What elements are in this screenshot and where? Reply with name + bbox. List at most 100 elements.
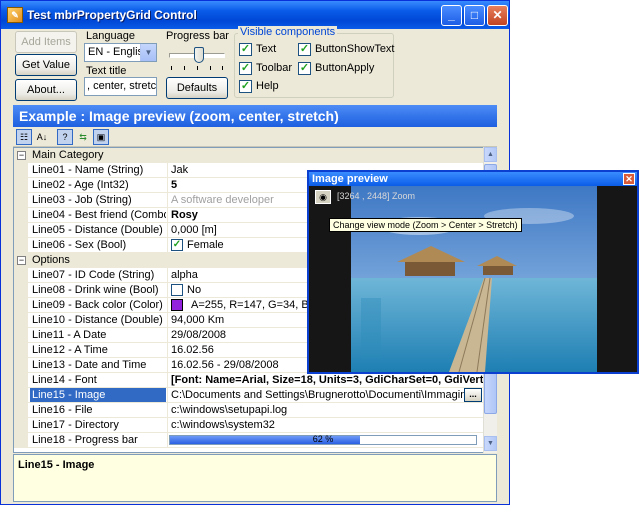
slider-tick [222,66,223,70]
value-checkbox[interactable] [171,284,183,296]
row-margin [14,313,28,327]
property-name[interactable]: Line07 - ID Code (String) [30,268,166,282]
category-name: Main Category [32,149,104,161]
property-name[interactable]: Line02 - Age (Int32) [30,178,166,192]
property-name[interactable]: Line01 - Name (String) [30,163,166,177]
property-value-text: Rosy [171,209,198,221]
browse-button[interactable]: ... [464,388,482,402]
property-value-text: Jak [171,164,189,176]
visible-components-title: Visible components [238,26,338,38]
collapse-icon[interactable]: − [17,151,26,160]
row-margin [14,433,28,447]
buttonapply-checkbox[interactable]: ✓ [298,62,311,75]
property-value-text: 0,000 [m] [171,224,217,236]
property-value[interactable]: c:\windows\setupapi.log [167,403,483,417]
preview-close-button[interactable]: ✕ [623,173,635,185]
buttonshowtext-checkbox-label: ButtonShowText [315,43,395,55]
grid-toolbar: ☷ A↓ ? ⇆ ▣ [13,127,497,147]
collapse-icon[interactable]: − [17,256,26,265]
close-button[interactable]: ✕ [487,5,508,26]
row-margin [14,268,28,282]
property-name[interactable]: Line12 - A Time [30,343,166,357]
refresh-icon[interactable]: ⇆ [75,129,91,145]
property-name[interactable]: Line16 - File [30,403,166,417]
progress-text: 62 % [312,434,334,444]
property-name[interactable]: Line15 - Image [30,388,166,402]
property-value-text: c:\windows\setupapi.log [171,404,288,416]
image-preview-icon[interactable]: ▣ [93,129,109,145]
grid-property-row[interactable]: Line15 - Image C:\Documents and Settings\… [14,388,483,403]
slider-tick [197,66,198,70]
property-name[interactable]: Line10 - Distance (Double) [30,313,166,327]
get-value-button[interactable]: Get Value [15,54,77,76]
buttonapply-checkbox-label: ButtonApply [315,62,375,74]
slider-tick [210,66,211,70]
toolbar-checkbox[interactable]: ✓ [239,62,252,75]
property-name[interactable]: Line09 - Back color (Color) [30,298,166,312]
maximize-button[interactable]: □ [464,5,485,26]
language-select[interactable]: EN - English ▼ [84,43,157,62]
value-checkbox[interactable]: ✓ [171,239,183,251]
property-value-text: [Font: Name=Arial, Size=18, Units=3, Gdi… [171,374,483,386]
chevron-down-icon[interactable]: ▼ [140,44,156,61]
property-value-text: 16.02.56 [171,344,214,356]
text-checkbox[interactable]: ✓ [239,43,252,56]
property-value[interactable]: C:\Documents and Settings\Brugnerotto\Do… [167,388,483,402]
slider-thumb[interactable] [194,47,204,63]
property-name[interactable]: Line04 - Best friend (Combo list) [30,208,166,222]
property-value[interactable]: 62 % [167,433,483,447]
help-checkbox[interactable]: ✓ [239,80,252,93]
preview-title-bar[interactable]: Image preview [309,172,637,186]
property-name[interactable]: Line03 - Job (String) [30,193,166,207]
grid-category-row[interactable]: − Main Category [14,148,483,163]
grid-property-row[interactable]: Line14 - Font [Font: Name=Arial, Size=18,… [14,373,483,388]
row-margin [14,388,28,402]
progress-bar-label: Progress bar [166,30,229,42]
title-bar[interactable]: ✎ Test mbrPropertyGrid Control _ □ ✕ [1,1,509,29]
grid-property-row[interactable]: Line16 - File c:\windows\setupapi.log [14,403,483,418]
add-items-button[interactable]: Add Items [15,31,77,53]
property-name[interactable]: Line11 - A Date [30,328,166,342]
view-mode-icon[interactable]: ◉ [315,190,331,204]
text-title-input[interactable]: , center, stretch) [84,77,157,96]
preview-image-area[interactable]: ◉ [3264 , 2448] Zoom Change view mode (Z… [309,186,637,372]
row-margin [14,283,28,297]
property-value-text: 94,000 Km [171,314,225,326]
property-value-text: A software developer [171,194,274,206]
property-value[interactable]: [Font: Name=Arial, Size=18, Units=3, Gdi… [167,373,483,387]
property-name[interactable]: Line06 - Sex (Bool) [30,238,166,252]
about-button[interactable]: About... [15,79,77,101]
grid-property-row[interactable]: Line18 - Progress bar 62 % [14,433,483,448]
row-margin [14,343,28,357]
row-margin [14,223,28,237]
row-margin [14,238,28,252]
defaults-button[interactable]: Defaults [166,77,228,99]
progress-bar: 62 % [169,434,477,445]
text-checkbox-label: Text [256,43,277,55]
scroll-up-button[interactable]: ▲ [484,147,497,162]
property-name[interactable]: Line18 - Progress bar [30,433,166,447]
progress-slider[interactable] [169,45,225,71]
scroll-down-button[interactable]: ▼ [484,436,497,451]
grid-property-row[interactable]: Line17 - Directory c:\windows\system32 [14,418,483,433]
row-margin [14,208,28,222]
property-name[interactable]: Line08 - Drink wine (Bool) [30,283,166,297]
text-title-label: Text title [86,65,127,77]
property-name[interactable]: Line17 - Directory [30,418,166,432]
property-value-text: C:\Documents and Settings\Brugnerotto\Do… [171,389,465,401]
property-name[interactable]: Line14 - Font [30,373,166,387]
property-value[interactable]: c:\windows\system32 [167,418,483,432]
help-icon[interactable]: ? [57,129,73,145]
row-margin [14,298,28,312]
help-checkbox-label: Help [256,80,279,92]
minimize-button[interactable]: _ [441,5,462,26]
property-value-text: 29/08/2008 [171,329,227,341]
app-icon: ✎ [7,7,23,23]
buttonshowtext-checkbox[interactable]: ✓ [298,43,311,56]
property-name[interactable]: Line13 - Date and Time [30,358,166,372]
property-name[interactable]: Line05 - Distance (Double) [30,223,166,237]
preview-title: Image preview [312,173,388,185]
categorized-icon[interactable]: ☷ [16,129,32,145]
alphabetical-icon[interactable]: A↓ [34,129,50,145]
row-margin [14,403,28,417]
